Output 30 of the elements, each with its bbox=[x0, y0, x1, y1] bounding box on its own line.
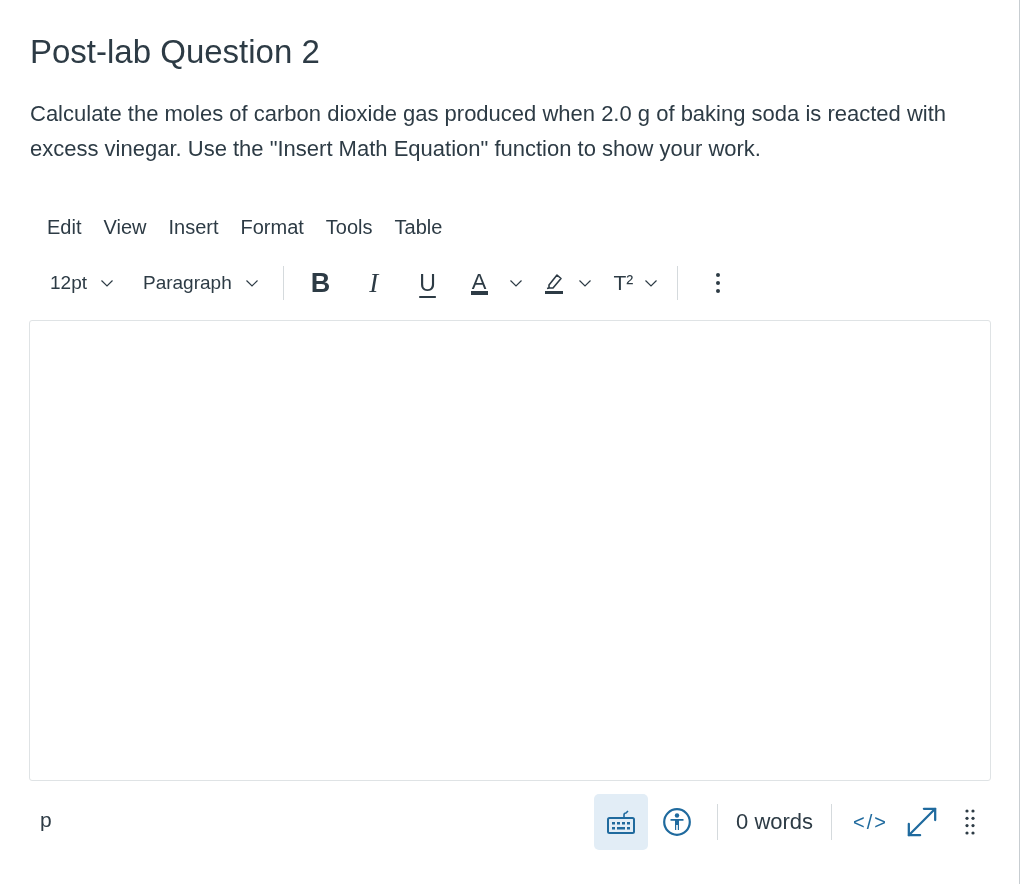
menu-item[interactable]: Insert bbox=[157, 211, 230, 243]
font-size-dropdown[interactable]: 12pt bbox=[44, 264, 119, 302]
underline-button[interactable]: U bbox=[413, 264, 442, 302]
accessibility-icon bbox=[663, 808, 692, 836]
menu-item[interactable]: Tools bbox=[314, 211, 384, 243]
question-prompt: Calculate the moles of carbon dioxide gas produced when 2.0 g of baking soda is reacted with excess vinegar. Use the "Insert Math Equation" function to show your work. bbox=[30, 100, 947, 163]
italic-button[interactable]: I bbox=[363, 264, 385, 302]
resize-handle-icon[interactable] bbox=[965, 809, 975, 835]
chevron-icon bbox=[101, 279, 113, 287]
chevron-icon bbox=[509, 279, 522, 287]
element-path[interactable]: p bbox=[40, 808, 52, 836]
menu-item[interactable]: View bbox=[92, 211, 158, 243]
superscript-button[interactable]: T² bbox=[607, 264, 664, 302]
paragraph-format-dropdown[interactable]: Paragraph bbox=[137, 264, 264, 302]
more-icon bbox=[716, 273, 721, 293]
bold-button[interactable]: B bbox=[304, 264, 337, 302]
chevron-icon bbox=[245, 279, 258, 287]
html-editor-button[interactable]: </> bbox=[843, 794, 898, 850]
word-count[interactable]: 0 words bbox=[736, 809, 814, 835]
chevron-icon bbox=[645, 279, 658, 287]
chevron-icon bbox=[578, 279, 591, 287]
text-color-button[interactable]: A bbox=[464, 264, 528, 302]
question-title: Post-lab Question 2 bbox=[30, 33, 321, 71]
menu-item[interactable]: Edit bbox=[36, 211, 93, 243]
menu-item[interactable]: Table bbox=[383, 211, 454, 243]
keyboard-icon bbox=[607, 810, 636, 834]
expand-icon bbox=[906, 806, 938, 838]
menu-item[interactable]: Format bbox=[229, 211, 315, 243]
keyboard-shortcuts-button[interactable] bbox=[594, 794, 649, 850]
highlighter-icon bbox=[543, 272, 564, 294]
